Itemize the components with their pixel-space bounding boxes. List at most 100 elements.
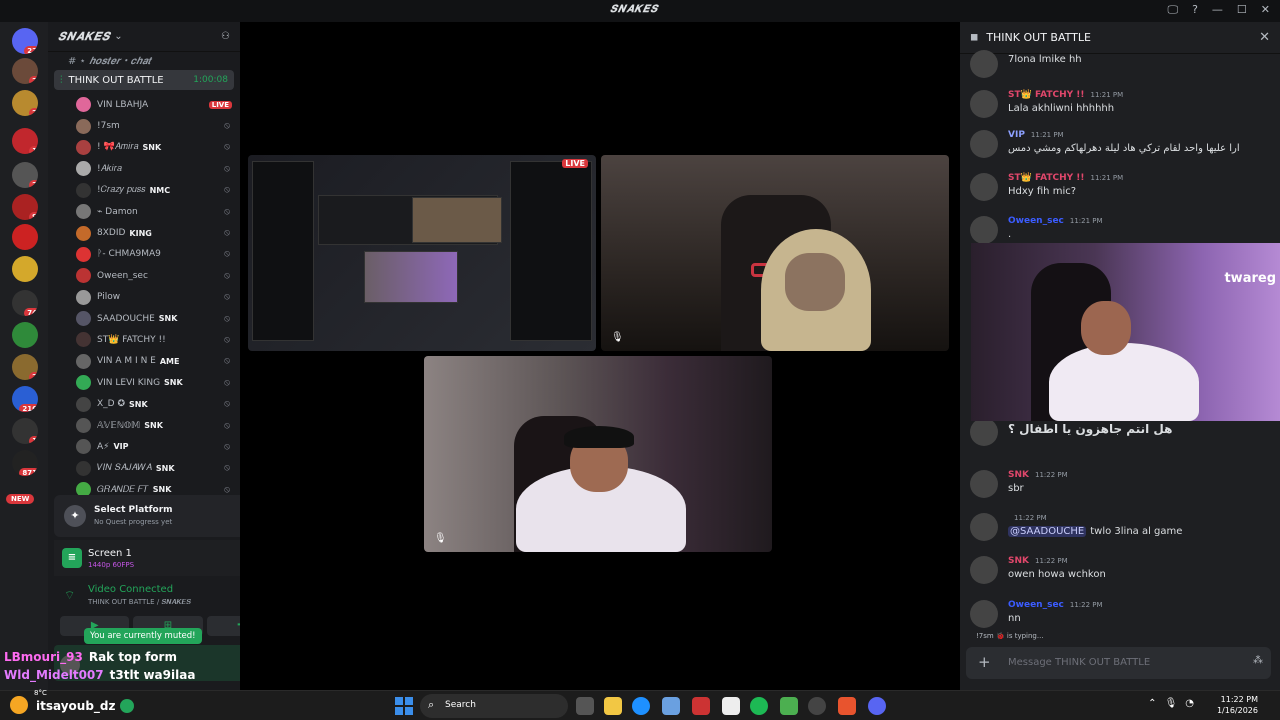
- server-icon[interactable]: 2: [12, 58, 38, 84]
- voice-member[interactable]: ! 🎀𝐴𝑚𝑖𝑟𝑎 SNK ⦸: [48, 137, 240, 158]
- voice-member[interactable]: !𝐴𝑘𝑖𝑟𝑎 ⦸: [48, 158, 240, 179]
- avatar[interactable]: [970, 90, 998, 118]
- avatar[interactable]: [970, 556, 998, 584]
- message-author[interactable]: Oween_sec 11:22 PM: [1008, 600, 1103, 610]
- message-author[interactable]: 11:22 PM: [1008, 513, 1047, 523]
- user-mention[interactable]: @SAADOUCHE: [1008, 526, 1087, 537]
- store-icon[interactable]: [662, 697, 680, 715]
- avatar: [76, 246, 91, 262]
- chevron-up-icon[interactable]: ⌃: [1148, 698, 1156, 709]
- message-author[interactable]: SNK 11:22 PM: [1008, 556, 1068, 566]
- voice-member[interactable]: !𝐶𝑟𝑎𝑧𝑦 𝑝𝑢𝑠𝑠 NMC ⦸: [48, 180, 240, 201]
- maximize-button[interactable]: ☐: [1237, 3, 1247, 17]
- channel-hoster-chat[interactable]: # ⋆ 𝒉𝒐𝒔𝒕𝒆𝒓・𝒄𝒉𝒂𝒕: [48, 52, 240, 67]
- discord-icon[interactable]: [868, 697, 886, 715]
- server-icon[interactable]: [12, 256, 38, 282]
- avatar[interactable]: [970, 216, 998, 244]
- guild-header[interactable]: 𝑺𝑵𝑨𝑲𝑬𝑺 ⌄ ⚇: [48, 22, 240, 52]
- muted-mic-icon: ⦸: [224, 142, 230, 153]
- member-tag: SNK: [164, 378, 183, 388]
- microphone-icon[interactable]: 🎙: [1165, 698, 1178, 709]
- server-badge: 22: [24, 46, 38, 54]
- close-button[interactable]: ✕: [1261, 3, 1270, 17]
- obs-icon[interactable]: [808, 697, 826, 715]
- message-input[interactable]: + Message THINK OUT BATTLE ⁂: [966, 647, 1271, 679]
- voice-member[interactable]: Oween_sec ⦸: [48, 265, 240, 286]
- taskbar-search[interactable]: ⌕ Search: [420, 694, 568, 718]
- voice-member[interactable]: 8XDID KING ⦸: [48, 222, 240, 243]
- voice-member[interactable]: Pilow ⦸: [48, 287, 240, 308]
- game-launcher-icon[interactable]: [780, 697, 798, 715]
- avatar[interactable]: [970, 130, 998, 158]
- server-icon[interactable]: 74: [12, 290, 38, 316]
- add-member-icon[interactable]: ⚇: [221, 31, 230, 42]
- help-icon[interactable]: ?: [1192, 3, 1198, 17]
- voice-member[interactable]: 𝔸𝕍𝔼ℕ𝕆𝕄 SNK ⦸: [48, 415, 240, 436]
- apps-icon[interactable]: ⁂: [1253, 655, 1263, 666]
- voice-member[interactable]: !7sm ⦸: [48, 115, 240, 136]
- avatar[interactable]: [970, 173, 998, 201]
- message-author[interactable]: ST👑 FATCHY !! 11:21 PM: [1008, 173, 1123, 183]
- brave-icon[interactable]: [838, 697, 856, 715]
- member-name: 𝐺𝑅𝐴𝑁𝐷𝐸 𝐹𝑇: [97, 484, 149, 495]
- system-tray: ⌃ 🎙 ◔: [1148, 698, 1194, 709]
- message-author[interactable]: SNK 11:22 PM: [1008, 470, 1068, 480]
- server-icon[interactable]: 9: [12, 194, 38, 220]
- server-icon[interactable]: 1: [12, 418, 38, 444]
- voice-member[interactable]: X_D ✪ SNK ⦸: [48, 393, 240, 414]
- start-button[interactable]: [395, 697, 413, 715]
- camera-tile-hooded-user[interactable]: 🎙: [601, 155, 949, 351]
- server-icon[interactable]: 2: [12, 162, 38, 188]
- overlay-chat-user: Wld_Midelt007: [4, 668, 104, 682]
- voice-member[interactable]: VIN LBAHJA LIVE: [48, 94, 240, 115]
- plus-icon[interactable]: +: [978, 653, 991, 671]
- chat-image-attachment[interactable]: twareg: [971, 243, 1280, 421]
- server-icon[interactable]: [12, 322, 38, 348]
- member-name: 𝑉𝐼𝑁 𝑆𝐴𝐽𝐴𝑊𝐴: [97, 463, 152, 474]
- minimize-button[interactable]: —: [1212, 3, 1223, 17]
- voice-channel-think-out-battle[interactable]: ⫶ THINK OUT BATTLE 1:00:08: [54, 70, 234, 90]
- message-author[interactable]: ST👑 FATCHY !! 11:21 PM: [1008, 90, 1123, 100]
- message-author[interactable]: VIP 11:21 PM: [1008, 130, 1064, 140]
- server-icon[interactable]: [12, 224, 38, 250]
- member-tag: SNK: [142, 142, 162, 152]
- server-icon[interactable]: 871: [12, 450, 38, 476]
- server-badge: 871: [19, 468, 38, 476]
- avatar[interactable]: [970, 600, 998, 628]
- voice-member[interactable]: SAADOUCHE SNK ⦸: [48, 308, 240, 329]
- signal-icon[interactable]: ⌔: [64, 588, 75, 603]
- file-explorer-icon[interactable]: [604, 697, 622, 715]
- wifi-icon[interactable]: ◔: [1185, 698, 1194, 709]
- voice-member[interactable]: A⚡ VIP ⦸: [48, 436, 240, 457]
- server-icon[interactable]: 22: [12, 28, 38, 54]
- server-icon[interactable]: 2: [12, 354, 38, 380]
- app-icon[interactable]: [692, 697, 710, 715]
- stream-preview-sidebar: [252, 161, 314, 341]
- camera-tile-headset-user[interactable]: 🎙: [424, 356, 772, 552]
- voice-member[interactable]: ST👑 FATCHY !! ⦸: [48, 329, 240, 350]
- avatar[interactable]: [970, 50, 998, 78]
- inbox-icon[interactable]: 🖵: [1167, 3, 1178, 17]
- notepad-icon[interactable]: [722, 697, 740, 715]
- server-icon[interactable]: 216: [12, 386, 38, 412]
- message-author[interactable]: Oween_sec 11:21 PM: [1008, 216, 1103, 226]
- spotify-icon[interactable]: [750, 697, 768, 715]
- voice-member[interactable]: ᚹ- CHMA9MA9 ⦸: [48, 244, 240, 265]
- server-icon[interactable]: 2: [12, 90, 38, 116]
- stream-tile-screen[interactable]: LIVE: [248, 155, 596, 351]
- voice-member[interactable]: 𝑉𝐼𝑁 𝑆𝐴𝐽𝐴𝑊𝐴 SNK ⦸: [48, 458, 240, 479]
- voice-member[interactable]: ⌁ Damon ⦸: [48, 201, 240, 222]
- muted-mic-icon: ⦸: [224, 356, 230, 367]
- avatar[interactable]: [970, 513, 998, 541]
- edge-icon[interactable]: [632, 697, 650, 715]
- task-view-icon[interactable]: [576, 697, 594, 715]
- avatar: [76, 118, 91, 134]
- avatar[interactable]: [970, 418, 998, 446]
- avatar[interactable]: [970, 470, 998, 498]
- close-icon[interactable]: ✕: [1259, 30, 1270, 45]
- weather-icon[interactable]: [10, 696, 28, 714]
- taskbar-clock[interactable]: 11:22 PM 1/16/2026: [1217, 694, 1258, 716]
- server-icon[interactable]: 1: [12, 128, 38, 154]
- voice-member[interactable]: VIN LEVI KING SNK ⦸: [48, 372, 240, 393]
- voice-member[interactable]: VIN A M I N E AME ⦸: [48, 351, 240, 372]
